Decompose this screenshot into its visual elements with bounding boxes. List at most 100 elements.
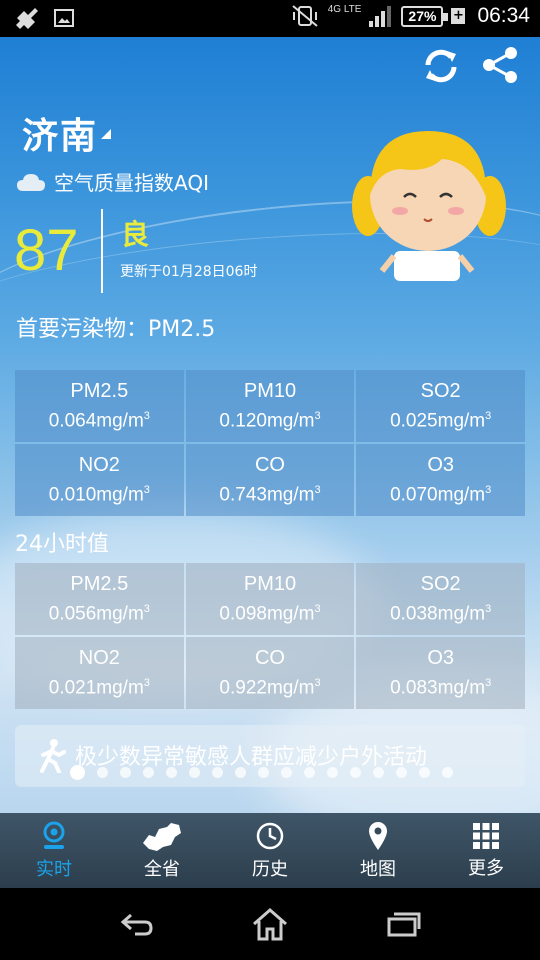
pager-dot[interactable]	[258, 767, 269, 778]
pollutant-value: 0.064mg/m3	[48, 410, 150, 432]
pager-dot[interactable]	[350, 767, 361, 778]
pager-dot[interactable]	[166, 767, 177, 778]
pollutant-value: 0.070mg/m3	[390, 484, 492, 506]
cloud-icon	[17, 173, 45, 191]
pager-dot[interactable]	[143, 767, 154, 778]
realtime-icon	[43, 821, 65, 849]
main-content: 济南 空气质量指数AQI 87 良 更新于01月28日06时 首要污染物：PM2…	[0, 37, 540, 813]
pollutant-value: 0.743mg/m3	[219, 484, 321, 506]
pager-dot[interactable]	[304, 767, 315, 778]
nav-realtime[interactable]: 实时	[0, 813, 108, 888]
pollutant-name: SO2	[420, 380, 461, 403]
nav-label: 全省	[144, 858, 180, 880]
charging-icon: +	[451, 8, 466, 24]
aqi-divider	[101, 209, 103, 293]
pollutant-name: PM10	[243, 573, 297, 596]
recent-apps-icon[interactable]	[383, 909, 423, 939]
bottom-navigation: 实时 全省 历史 地图 更多	[0, 813, 540, 888]
pollutant-value: 0.083mg/m3	[390, 677, 492, 699]
pollutant-value: 0.056mg/m3	[48, 603, 150, 625]
signal-strength-icon	[369, 6, 392, 27]
home-icon[interactable]	[250, 906, 290, 942]
system-navigation-bar	[0, 888, 540, 960]
pollutant-cell-o3: O3 0.083mg/m3	[356, 637, 525, 709]
city-dropdown-icon[interactable]	[101, 129, 111, 139]
pager-dot[interactable]	[396, 767, 407, 778]
nav-label: 实时	[36, 858, 72, 880]
pollutant-name: O3	[427, 647, 454, 670]
primary-pollutant: 首要污染物：PM2.5	[16, 317, 216, 342]
pollutant-cell-co: CO 0.922mg/m3	[185, 637, 355, 709]
nav-more[interactable]: 更多	[432, 813, 540, 888]
pollutant-cell-pm10: PM10 0.120mg/m3	[185, 370, 355, 442]
update-time: 更新于01月28日06时	[120, 264, 258, 280]
back-icon[interactable]	[117, 909, 157, 939]
refresh-icon[interactable]	[420, 45, 462, 87]
pollutant-value: 0.098mg/m3	[219, 603, 321, 625]
nav-map[interactable]: 地图	[324, 813, 432, 888]
pager-dot[interactable]	[70, 765, 85, 780]
hour24-label: 24小时值	[15, 532, 109, 557]
pollutant-value: 0.922mg/m3	[219, 677, 321, 699]
aqi-title: 空气质量指数AQI	[16, 167, 209, 196]
nav-label: 更多	[468, 857, 504, 879]
notification-app-icon	[16, 8, 38, 29]
pollutant-name: PM2.5	[70, 573, 129, 596]
pollutant-cell-pm25: PM2.5 0.064mg/m3	[15, 370, 184, 442]
pager-dot[interactable]	[97, 767, 108, 778]
aqi-value: 87	[14, 218, 79, 283]
location-pin-icon	[369, 821, 387, 850]
pager-dot[interactable]	[281, 767, 292, 778]
pollutant-name: NO2	[78, 647, 120, 670]
nav-label: 历史	[252, 858, 288, 880]
clock: 06:34	[477, 4, 530, 27]
province-map-icon	[143, 822, 181, 851]
pager-dots	[70, 765, 453, 780]
pollutant-cell-co: CO 0.743mg/m3	[185, 444, 355, 516]
pollutant-cell-pm25: PM2.5 0.056mg/m3	[15, 563, 184, 635]
pollutant-value: 0.021mg/m3	[48, 677, 150, 699]
aqi-level: 良	[121, 218, 150, 251]
pollutant-cell-so2: SO2 0.025mg/m3	[356, 370, 525, 442]
pollutant-cell-o3: O3 0.070mg/m3	[356, 444, 525, 516]
pollutant-name: SO2	[420, 573, 461, 596]
grid-more-icon	[473, 822, 499, 849]
city-selector[interactable]: 济南	[22, 107, 98, 159]
nav-label: 地图	[360, 858, 396, 880]
nav-province[interactable]: 全省	[108, 813, 216, 888]
battery-percent: 27%	[408, 8, 437, 24]
pager-dot[interactable]	[327, 767, 338, 778]
pollutant-cell-so2: SO2 0.038mg/m3	[356, 563, 525, 635]
pager-dot[interactable]	[419, 767, 430, 778]
network-type: 4G LTE	[327, 4, 362, 15]
pager-dot[interactable]	[442, 767, 453, 778]
pager-dot[interactable]	[235, 767, 246, 778]
pager-dot[interactable]	[373, 767, 384, 778]
hour24-pollutants-grid: PM2.5 0.056mg/m3 PM10 0.098mg/m3 SO2 0.0…	[15, 563, 525, 709]
status-bar: 4G LTE 27% + 06:34	[0, 0, 540, 37]
pollutant-name: PM10	[243, 380, 297, 403]
share-icon[interactable]	[480, 45, 520, 85]
aqi-title-text: 空气质量指数AQI	[54, 171, 209, 195]
battery-indicator: 27%	[401, 5, 449, 27]
pollutant-value: 0.120mg/m3	[219, 410, 321, 432]
mascot-girl-illustration	[352, 131, 506, 281]
pollutant-name: CO	[254, 647, 285, 670]
pager-dot[interactable]	[189, 767, 200, 778]
pollutant-value: 0.025mg/m3	[390, 410, 492, 432]
pollutant-name: CO	[254, 454, 285, 477]
history-clock-icon	[256, 822, 284, 849]
pager-dot[interactable]	[212, 767, 223, 778]
nav-history[interactable]: 历史	[216, 813, 324, 888]
pollutant-name: PM2.5	[70, 380, 129, 403]
pager-dot[interactable]	[120, 767, 131, 778]
walking-person-icon	[40, 739, 66, 773]
current-pollutants-grid: PM2.5 0.064mg/m3 PM10 0.120mg/m3 SO2 0.0…	[15, 370, 525, 516]
pollutant-name: O3	[427, 454, 454, 477]
pollutant-name: NO2	[78, 454, 120, 477]
vibrate-off-icon	[292, 5, 318, 27]
pollutant-value: 0.010mg/m3	[48, 484, 150, 506]
image-notification-icon	[54, 9, 74, 27]
pollutant-cell-no2: NO2 0.021mg/m3	[15, 637, 184, 709]
pollutant-cell-no2: NO2 0.010mg/m3	[15, 444, 184, 516]
